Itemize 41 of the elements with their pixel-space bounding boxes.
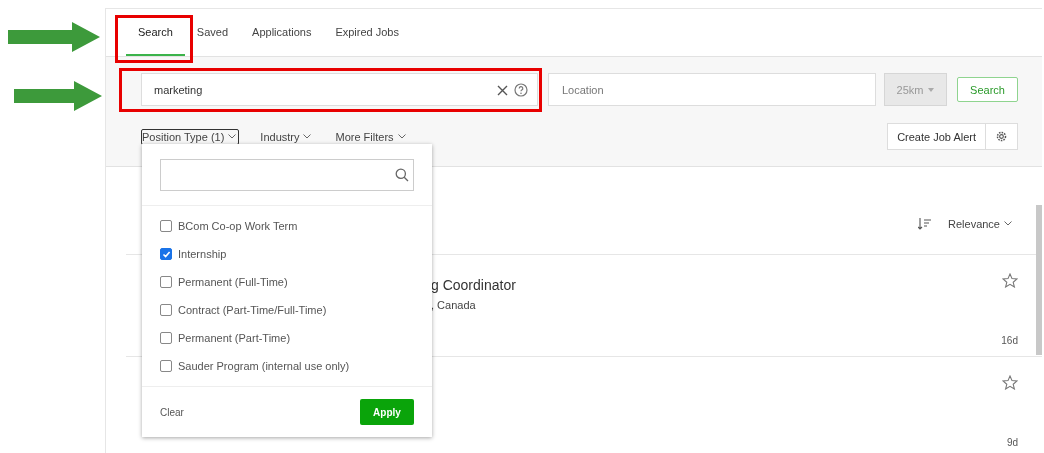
keyword-field[interactable]: marketing [141,73,538,106]
star-icon[interactable] [1002,375,1018,390]
sort-icon[interactable] [918,217,932,230]
chevron-icon [303,134,312,139]
job-location: , Canada [431,299,477,311]
chevron-icon [397,134,406,139]
checkbox[interactable] [160,248,172,260]
filter-dropdown[interactable]: More Filters [334,128,409,145]
help-icon[interactable] [514,83,528,97]
caret-icon [928,87,935,92]
create-job-alert-button[interactable]: Create Job Alert [887,123,986,150]
sort-dropdown[interactable]: Relevance [942,216,1018,231]
filter-search-field[interactable] [160,159,414,191]
settings-button[interactable] [986,123,1018,150]
option-label[interactable]: Sauder Program (internal use only) [178,360,350,372]
chevron-icon [228,134,237,139]
filter-dropdown[interactable]: Industry [259,128,315,145]
scrollbar-thumb[interactable] [1036,205,1042,355]
location-field[interactable]: Location [548,73,876,106]
checkbox[interactable] [160,360,172,372]
checkbox[interactable] [160,332,172,344]
search-icon [395,168,409,182]
star-icon[interactable] [1002,273,1018,288]
job-title[interactable]: g Coordinator [431,277,516,293]
option-label[interactable]: BCom Co-op Work Term [178,220,298,232]
chevron-icon [1004,221,1012,226]
posted-age: 16d [1001,335,1018,346]
option-label[interactable]: Contract (Part-Time/Full-Time) [178,304,327,316]
checkbox[interactable] [160,276,172,288]
checkbox[interactable] [160,220,172,232]
tab[interactable]: Expired Jobs [323,9,411,56]
clear-button[interactable]: Clear [160,406,184,418]
clear-icon[interactable] [497,84,508,96]
posted-age: 9d [1006,437,1018,448]
tab[interactable]: Applications [240,9,324,56]
tab[interactable]: Saved [184,9,241,56]
settings-icon [996,131,1007,142]
checkbox[interactable] [160,304,172,316]
search-button[interactable]: Search [957,77,1018,102]
option-label[interactable]: Permanent (Part-Time) [178,332,291,344]
option-label[interactable]: Permanent (Full-Time) [178,276,288,288]
